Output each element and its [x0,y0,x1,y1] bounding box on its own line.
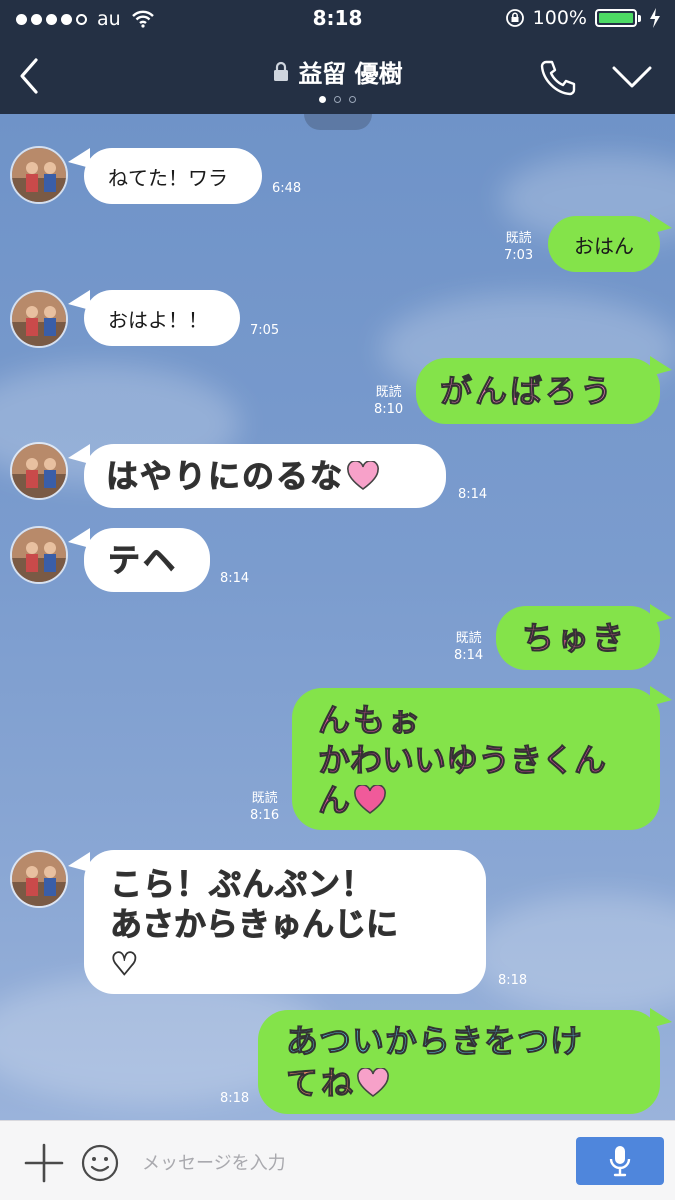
avatar-photo-icon [12,148,66,202]
message-meta: 既読 7:03 [504,230,533,264]
call-button[interactable] [536,56,580,100]
message-line: ♡ [110,945,142,984]
message-text: おはよ！！ [108,307,208,332]
page-dot [349,96,356,103]
menu-button[interactable] [608,60,656,94]
message-time: 8:14 [458,487,488,502]
chat-area[interactable]: ねてた！ワラ 6:48 既読 7:03 おはん おはよ！！ 7:05 既読 8:… [0,114,675,1120]
battery-icon [595,9,641,27]
message-bubble-outgoing[interactable]: おはん [548,216,660,272]
lock-icon [274,61,289,81]
message-time: 8:14 [454,648,484,663]
voice-input-button[interactable] [576,1137,664,1185]
message-bubble-incoming[interactable]: テヘ [84,528,210,592]
message-bubble-incoming[interactable]: ねてた！ワラ [84,148,262,204]
message-bubble-outgoing[interactable]: あついからきをつけ てね [258,1010,660,1114]
message-text: ねてた！ワラ [108,165,228,190]
message-time: 8:16 [250,808,280,823]
message-bubble-outgoing[interactable]: がんばろう [416,358,660,424]
chat-header: 益留 優樹 [0,38,675,114]
avatar[interactable] [10,442,68,500]
avatar-photo-icon [12,852,66,906]
message-text: がんばろう [439,372,616,411]
message-line-group: ん [317,780,660,820]
message-line-group: てね [285,1062,660,1104]
message-time: 6:48 [272,181,302,196]
message-bubble-incoming[interactable]: こら！ぷんぷン！ あさからきゅんじに ♡ [84,850,486,994]
heart-icon [357,1068,389,1097]
message-line: ん [317,781,354,820]
avatar-photo-icon [12,444,66,498]
chevron-down-icon [612,66,652,88]
page-dot-active [319,96,326,103]
avatar[interactable] [10,850,68,908]
message-time: 8:14 [220,571,250,586]
avatar[interactable] [10,146,68,204]
smiley-icon [81,1144,119,1182]
message-line: あついからきをつけ [286,1022,584,1061]
avatar[interactable] [10,526,68,584]
message-time: 8:18 [498,973,528,988]
chat-title: 益留 優樹 [298,60,403,88]
message-time: 7:03 [504,248,534,263]
battery-percent: 100% [532,7,587,29]
charging-bolt-icon [650,8,660,28]
message-meta: 既読 8:10 [374,384,403,418]
message-meta: 既読 8:16 [250,790,279,824]
message-bubble-incoming[interactable]: はやりにのるな [84,444,446,508]
message-bubble-outgoing[interactable]: ちゅき [496,606,660,670]
message-input-bar [0,1120,675,1200]
message-meta: 既読 8:14 [454,630,483,664]
status-bar: au 8:18 100% [0,0,675,38]
read-receipt: 既読 [375,385,402,400]
message-bubble-incoming[interactable]: おはよ！！ [84,290,240,346]
message-text: おはん [574,233,634,258]
date-separator [304,114,372,130]
plus-icon [24,1143,64,1183]
message-text: はやりにのるな [105,457,345,496]
message-line: かわいいゆうきくん [318,741,607,780]
message-time: 8:10 [374,402,404,417]
message-time: 7:05 [250,323,280,338]
message-text: ちゅき [521,619,628,658]
read-receipt: 既読 [455,631,482,646]
microphone-icon [609,1146,631,1177]
message-bubble-outgoing[interactable]: んもぉ かわいいゆうきくん ん [292,688,660,830]
add-attachment-button[interactable] [24,1143,64,1183]
background-cloud [470,894,675,1014]
rotation-lock-icon [505,9,524,27]
phone-icon [540,60,576,96]
avatar-photo-icon [12,528,66,582]
message-line: んもぉ [318,701,424,740]
read-receipt: 既読 [505,231,532,246]
heart-icon [354,785,386,814]
avatar[interactable] [10,290,68,348]
message-time: 8:18 [220,1091,250,1106]
message-text: テヘ [107,541,179,580]
message-line: こら！ぷんぷン！ [110,865,375,904]
emoji-button[interactable] [80,1143,120,1183]
avatar-photo-icon [12,292,66,346]
message-line: あさからきゅんじに [110,905,399,944]
message-input[interactable] [140,1145,564,1181]
message-line: てね [285,1064,357,1103]
line-chat-screen: au 8:18 100% 益留 優樹 ねてた！ワラ 6:48 既読 7:03 お… [0,0,675,1200]
status-right: 100% [505,7,661,29]
heart-icon [347,461,379,490]
page-dot [334,96,341,103]
read-receipt: 既読 [251,791,278,806]
